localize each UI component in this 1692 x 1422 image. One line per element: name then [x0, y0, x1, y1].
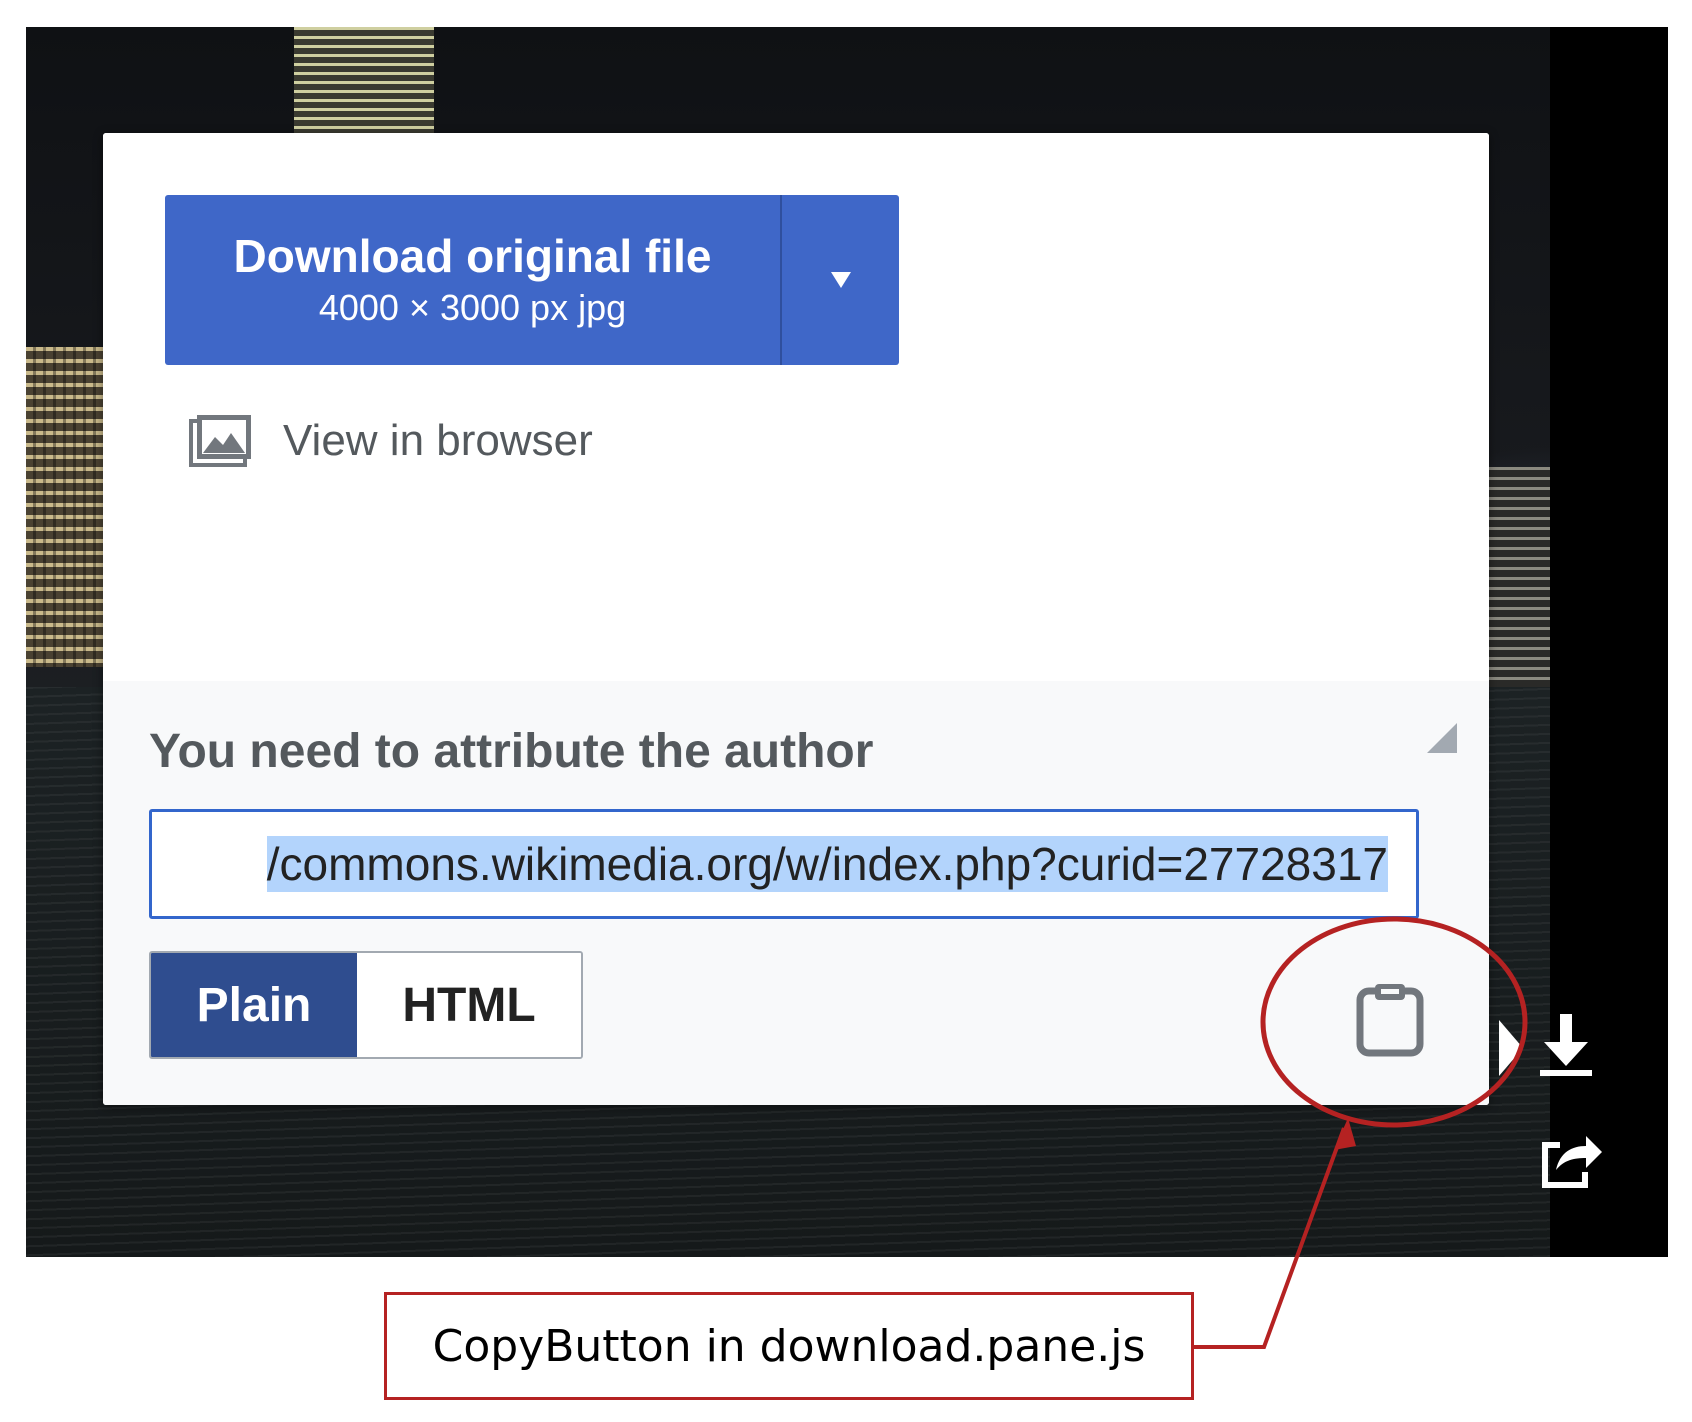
- download-original-button[interactable]: Download original file 4000 × 3000 px jp…: [165, 195, 782, 365]
- tower-building: [294, 27, 434, 137]
- download-button-group: Download original file 4000 × 3000 px jp…: [165, 195, 899, 365]
- view-in-browser-label: View in browser: [283, 416, 593, 465]
- collapse-icon[interactable]: [1427, 723, 1457, 753]
- view-in-browser-link[interactable]: View in browser: [189, 411, 593, 471]
- attribution-selected-text: /commons.wikimedia.org/w/index.php?curid…: [266, 836, 1388, 892]
- attribution-section: You need to attribute the author /common…: [103, 681, 1489, 1105]
- annotated-screenshot: Download original file 4000 × 3000 px jp…: [0, 0, 1692, 1422]
- download-icon[interactable]: [1538, 1012, 1594, 1078]
- format-plain-button[interactable]: Plain: [151, 953, 357, 1057]
- chevron-down-icon: [830, 272, 851, 288]
- download-size-dropdown[interactable]: [782, 195, 899, 365]
- download-section: Download original file 4000 × 3000 px jp…: [103, 133, 1489, 681]
- panel-pointer: [1499, 1020, 1523, 1076]
- attribution-heading: You need to attribute the author: [149, 725, 874, 778]
- format-html-button[interactable]: HTML: [357, 953, 581, 1057]
- left-building: [26, 347, 104, 667]
- download-button-title: Download original file: [233, 230, 712, 282]
- clipboard-icon: [1356, 984, 1424, 1057]
- download-pane: Download original file 4000 × 3000 px jp…: [103, 133, 1489, 1105]
- share-icon[interactable]: [1538, 1128, 1604, 1190]
- image-icon: [189, 415, 251, 467]
- right-building: [1488, 467, 1550, 687]
- copy-button[interactable]: [1355, 981, 1425, 1057]
- annotation-label: CopyButton in download.pane.js: [432, 1320, 1146, 1372]
- attribution-text-field[interactable]: /commons.wikimedia.org/w/index.php?curid…: [149, 809, 1419, 919]
- download-button-subtitle: 4000 × 3000 px jpg: [318, 287, 627, 328]
- attribution-format-toggle: Plain HTML: [149, 951, 583, 1059]
- annotation-callout: CopyButton in download.pane.js: [384, 1292, 1194, 1400]
